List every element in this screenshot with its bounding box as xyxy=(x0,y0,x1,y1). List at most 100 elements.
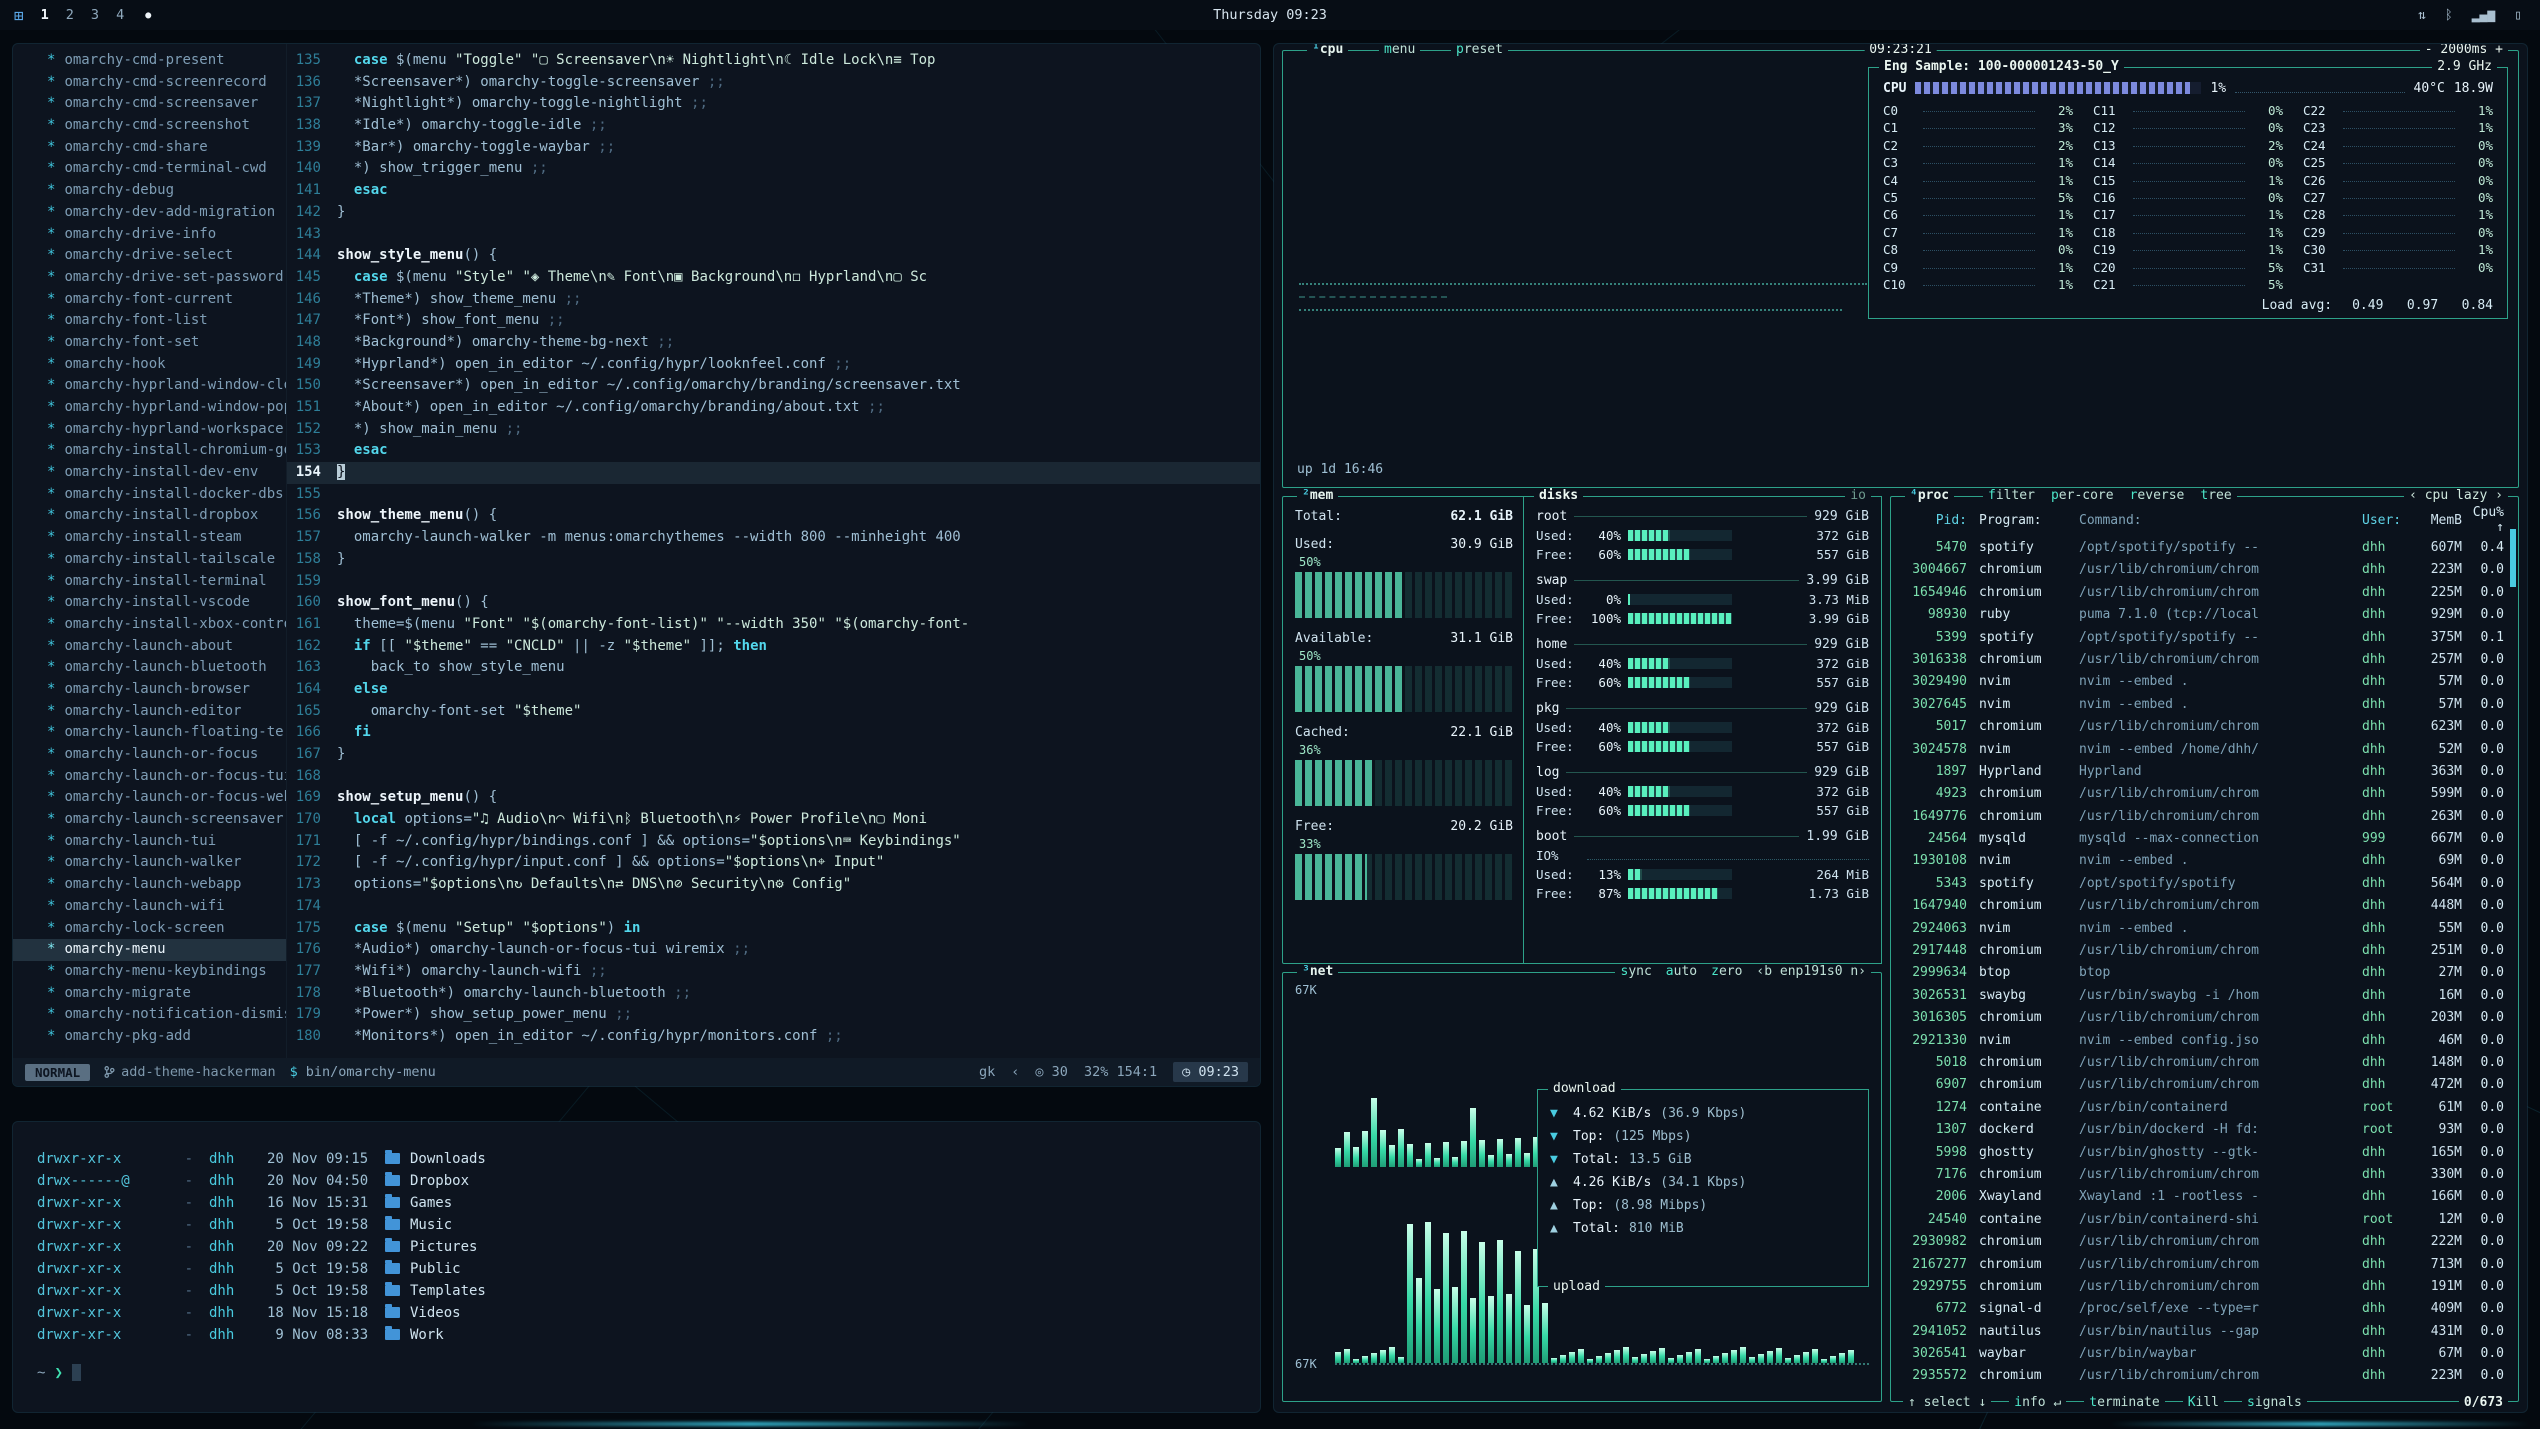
battery-icon[interactable]: ▯ xyxy=(2514,8,2522,23)
file-item[interactable]: * omarchy-install-chromium-google-a xyxy=(13,440,286,462)
proc-tab[interactable]: ⁴proc xyxy=(1905,488,1954,504)
file-item[interactable]: * omarchy-install-dropbox xyxy=(13,505,286,527)
header-memb[interactable]: MemB xyxy=(2408,513,2462,528)
file-item[interactable]: * omarchy-font-set xyxy=(13,332,286,354)
file-item[interactable]: * omarchy-launch-or-focus-webapp xyxy=(13,787,286,809)
file-item[interactable]: * omarchy-install-tailscale xyxy=(13,549,286,571)
file-item[interactable]: * omarchy-install-terminal xyxy=(13,571,286,593)
shell-prompt[interactable]: ~ ❯ xyxy=(37,1364,1260,1381)
header-command[interactable]: Command: xyxy=(2079,513,2362,528)
file-item[interactable]: * omarchy-lock-screen xyxy=(13,918,286,940)
process-row[interactable]: 4923 chromium /usr/lib/chromium/chrom dh… xyxy=(1891,783,2518,805)
select-hint[interactable]: ↑ select ↓ xyxy=(1903,1395,1991,1410)
file-item[interactable]: * omarchy-launch-bluetooth xyxy=(13,657,286,679)
signal-bars-icon[interactable]: ▂▄▆ xyxy=(2472,8,2495,23)
process-row[interactable]: 24540 containe /usr/bin/containerd-shi r… xyxy=(1891,1209,2518,1231)
process-row[interactable]: 5018 chromium /usr/lib/chromium/chrom dh… xyxy=(1891,1052,2518,1074)
file-item[interactable]: * omarchy-cmd-share xyxy=(13,137,286,159)
process-row[interactable]: 3016338 chromium /usr/lib/chromium/chrom… xyxy=(1891,649,2518,671)
signals-action[interactable]: signals xyxy=(2242,1395,2307,1410)
workspace-button[interactable]: 2 xyxy=(66,7,74,23)
process-row[interactable]: 5470 spotify /opt/spotify/spotify -- dhh… xyxy=(1891,537,2518,559)
terminate-action[interactable]: terminate xyxy=(2084,1395,2164,1410)
process-row[interactable]: 5998 ghostty /usr/bin/ghostty --gtk- dhh… xyxy=(1891,1142,2518,1164)
process-row[interactable]: 1930108 nvim nvim --embed . dhh 69M 0.0 xyxy=(1891,850,2518,872)
proc-scrollbar[interactable] xyxy=(2510,529,2516,587)
file-item[interactable]: * omarchy-launch-about xyxy=(13,636,286,658)
header-program[interactable]: Program: xyxy=(1979,513,2069,528)
file-item[interactable]: * omarchy-migrate xyxy=(13,983,286,1005)
file-item[interactable]: * omarchy-notification-dismiss xyxy=(13,1004,286,1026)
file-item[interactable]: * omarchy-install-xbox-controllers xyxy=(13,614,286,636)
header-cpu[interactable]: Cpu% ↑ xyxy=(2462,505,2508,535)
file-item[interactable]: * omarchy-hook xyxy=(13,354,286,376)
file-item[interactable]: * omarchy-menu xyxy=(13,939,286,961)
header-pid[interactable]: Pid: xyxy=(1901,513,1967,528)
preset-button[interactable]: preset xyxy=(1451,44,1508,58)
proc-button[interactable]: reverse xyxy=(2130,488,2185,504)
net-tab[interactable]: ³net xyxy=(1297,964,1338,980)
proc-button[interactable]: tree xyxy=(2200,488,2231,504)
process-row[interactable]: 2999634 btop btop dhh 27M 0.0 xyxy=(1891,962,2518,984)
update-interval-control[interactable]: - 2000ms + xyxy=(2420,44,2508,58)
file-item[interactable]: * omarchy-launch-webapp xyxy=(13,874,286,896)
file-item[interactable]: * omarchy-cmd-screensaver xyxy=(13,93,286,115)
process-row[interactable]: 3004667 chromium /usr/lib/chromium/chrom… xyxy=(1891,559,2518,581)
file-item[interactable]: * omarchy-drive-select xyxy=(13,245,286,267)
header-user[interactable]: User: xyxy=(2362,513,2408,528)
net-button[interactable]: zero xyxy=(1711,964,1742,980)
file-item[interactable]: * omarchy-font-list xyxy=(13,310,286,332)
file-item[interactable]: * omarchy-launch-tui xyxy=(13,831,286,853)
interface-selector[interactable]: ‹b enp191s0 n› xyxy=(1756,964,1866,980)
process-row[interactable]: 2006 Xwayland Xwayland :1 -rootless - dh… xyxy=(1891,1186,2518,1208)
process-row[interactable]: 6907 chromium /usr/lib/chromium/chrom dh… xyxy=(1891,1074,2518,1096)
file-item[interactable]: * omarchy-launch-or-focus xyxy=(13,744,286,766)
omarchy-logo-icon[interactable]: ⊞ xyxy=(14,6,24,25)
process-row[interactable]: 24564 mysqld mysqld --max-connection 999… xyxy=(1891,828,2518,850)
bluetooth-icon[interactable]: ᛒ xyxy=(2445,8,2453,23)
disks-tab[interactable]: disks xyxy=(1534,488,1583,504)
process-row[interactable]: 3024578 nvim nvim --embed /home/dhh/ dhh… xyxy=(1891,739,2518,761)
file-item[interactable]: * omarchy-launch-editor xyxy=(13,701,286,723)
file-item[interactable]: * omarchy-hyprland-workspace-toggle xyxy=(13,419,286,441)
file-item[interactable]: * omarchy-launch-or-focus-tui xyxy=(13,766,286,788)
file-item[interactable]: * omarchy-debug xyxy=(13,180,286,202)
process-row[interactable]: 2941052 nautilus /usr/bin/nautilus --gap… xyxy=(1891,1321,2518,1343)
process-row[interactable]: 5343 spotify /opt/spotify/spotify dhh 56… xyxy=(1891,873,2518,895)
file-item[interactable]: * omarchy-install-steam xyxy=(13,527,286,549)
mem-tab[interactable]: ²mem xyxy=(1297,488,1338,504)
sort-selector[interactable]: ‹ cpu lazy › xyxy=(2404,488,2508,504)
proc-button[interactable]: per-core xyxy=(2051,488,2114,504)
net-button[interactable]: sync xyxy=(1620,964,1651,980)
file-item[interactable]: * omarchy-launch-wifi xyxy=(13,896,286,918)
code-area[interactable]: 135 case $(menu "Toggle" "▢ Screensaver\… xyxy=(287,44,1260,1086)
process-row[interactable]: 6772 signal-d /proc/self/exe --type=r dh… xyxy=(1891,1298,2518,1320)
file-item[interactable]: * omarchy-dev-add-migration xyxy=(13,202,286,224)
process-row[interactable]: 2921330 nvim nvim --embed config.jso dhh… xyxy=(1891,1030,2518,1052)
process-row[interactable]: 2929755 chromium /usr/lib/chromium/chrom… xyxy=(1891,1276,2518,1298)
net-button[interactable]: auto xyxy=(1666,964,1697,980)
menu-button[interactable]: menu xyxy=(1379,44,1420,58)
file-item[interactable]: * omarchy-menu-keybindings xyxy=(13,961,286,983)
workspace-button[interactable]: 1 xyxy=(41,7,49,23)
process-row[interactable]: 3016305 chromium /usr/lib/chromium/chrom… xyxy=(1891,1007,2518,1029)
process-row[interactable]: 1274 containe /usr/bin/containerd root 6… xyxy=(1891,1097,2518,1119)
process-row[interactable]: 1649776 chromium /usr/lib/chromium/chrom… xyxy=(1891,806,2518,828)
file-item[interactable]: * omarchy-launch-floating-terminal- xyxy=(13,722,286,744)
process-row[interactable]: 5017 chromium /usr/lib/chromium/chrom dh… xyxy=(1891,716,2518,738)
file-item[interactable]: * omarchy-cmd-terminal-cwd xyxy=(13,158,286,180)
io-tab[interactable]: io xyxy=(1845,488,1871,504)
process-row[interactable]: 7176 chromium /usr/lib/chromium/chrom dh… xyxy=(1891,1164,2518,1186)
file-item[interactable]: * omarchy-pkg-add xyxy=(13,1026,286,1048)
process-row[interactable]: 2930982 chromium /usr/lib/chromium/chrom… xyxy=(1891,1231,2518,1253)
file-item[interactable]: * omarchy-install-vscode xyxy=(13,592,286,614)
file-item[interactable]: * omarchy-launch-walker xyxy=(13,852,286,874)
process-row[interactable]: 1654946 chromium /usr/lib/chromium/chrom… xyxy=(1891,582,2518,604)
process-row[interactable]: 3026531 swaybg /usr/bin/swaybg -i /hom d… xyxy=(1891,985,2518,1007)
file-item[interactable]: * omarchy-launch-browser xyxy=(13,679,286,701)
file-item[interactable]: * omarchy-install-dev-env xyxy=(13,462,286,484)
process-row[interactable]: 3026541 waybar /usr/bin/waybar dhh 67M 0… xyxy=(1891,1343,2518,1365)
cpu-tab[interactable]: ¹cpu xyxy=(1307,44,1348,58)
file-item[interactable]: * omarchy-hyprland-window-close-all xyxy=(13,375,286,397)
process-row[interactable]: 5399 spotify /opt/spotify/spotify -- dhh… xyxy=(1891,627,2518,649)
